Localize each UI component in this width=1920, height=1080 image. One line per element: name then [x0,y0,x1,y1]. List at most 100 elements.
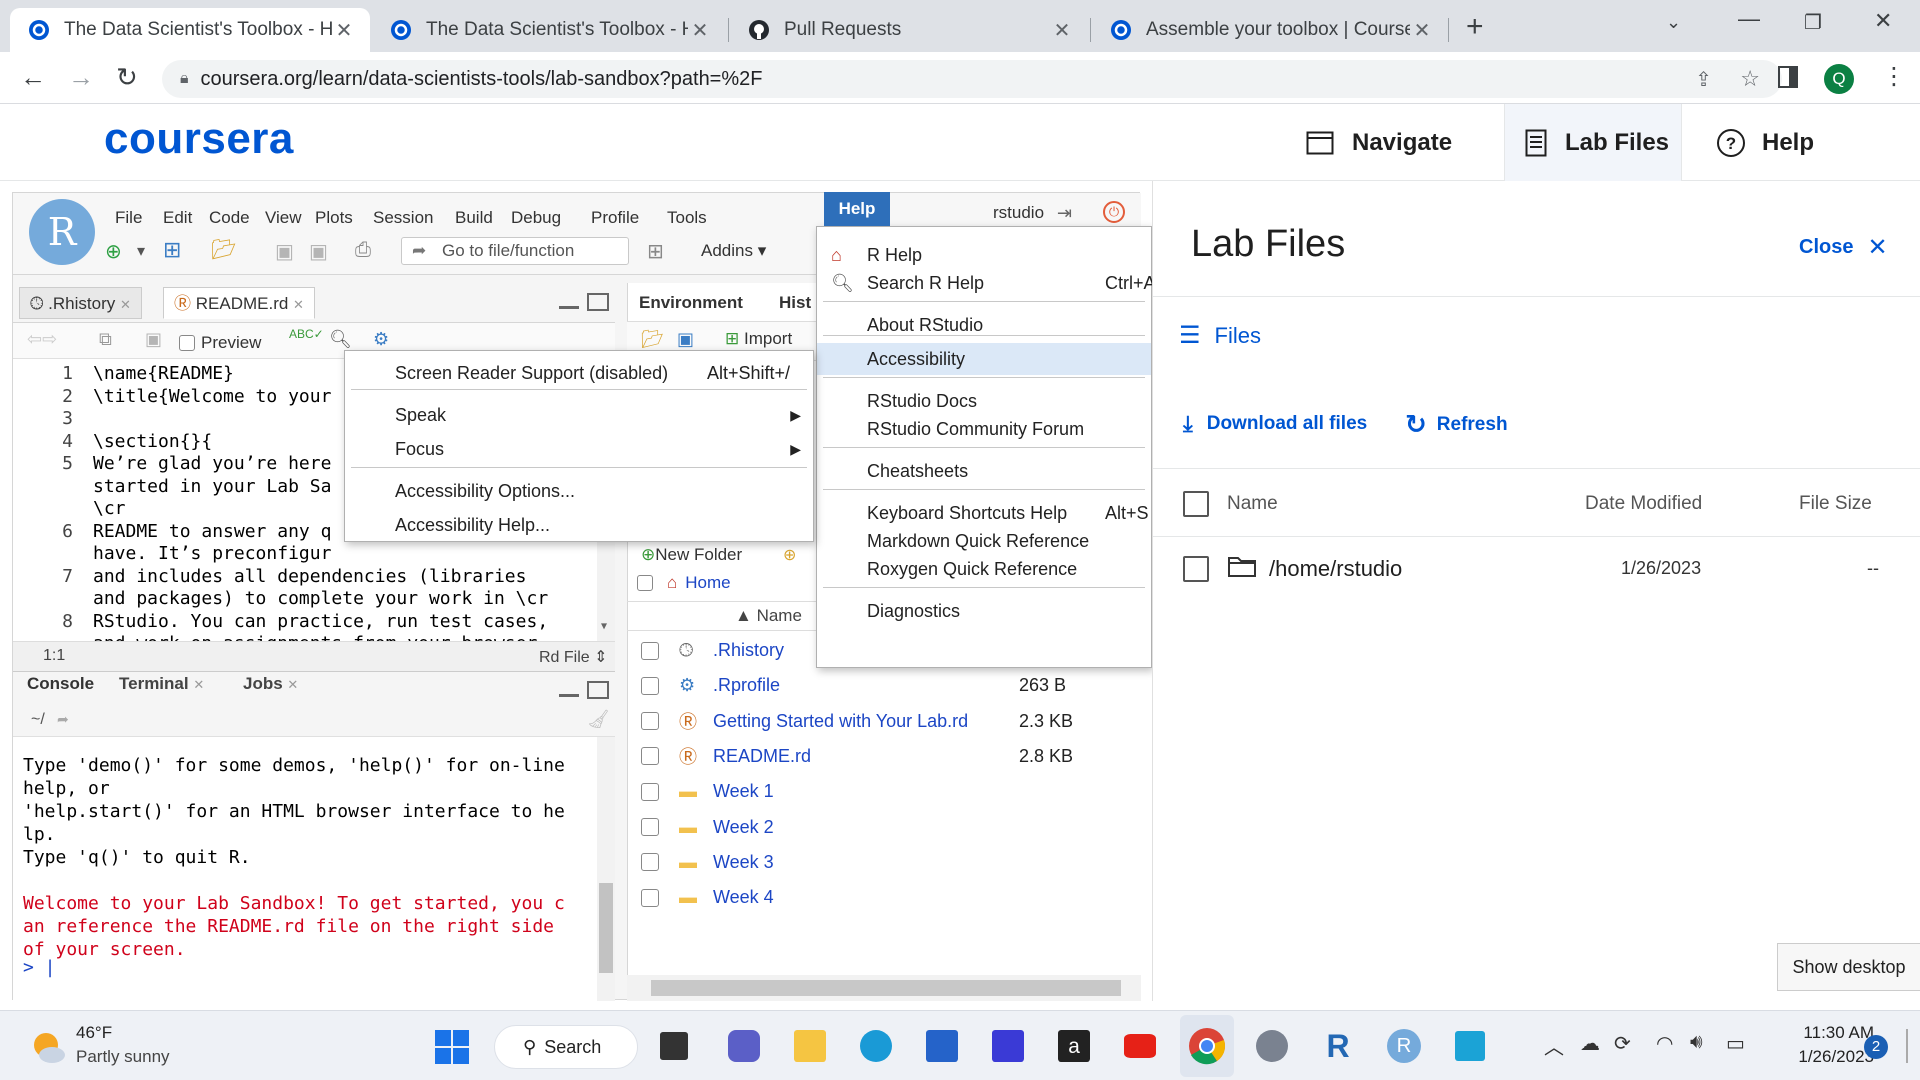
menu-code[interactable]: Code [199,201,260,235]
edge-icon[interactable] [860,1030,892,1062]
amazon-icon[interactable]: a [1058,1030,1090,1062]
col-file-size[interactable]: File Size [1799,493,1872,515]
close-tab-icon[interactable]: ✕ [1410,18,1434,43]
clock-time[interactable]: 11:30 AM [1774,1023,1874,1043]
chrome-icon[interactable] [1187,1026,1227,1066]
file-checkbox[interactable] [641,782,659,801]
youtube-icon[interactable] [1124,1034,1156,1058]
file-row[interactable]: Ⓡ Getting Started with Your Lab.rd 2.3 KB [641,704,1121,739]
wifi-icon[interactable]: ◠ [1656,1031,1673,1056]
menu-view[interactable]: View [255,201,312,235]
clear-console-icon[interactable]: 🧹︎ [587,709,610,730]
files-hscrollbar[interactable] [627,975,1141,1001]
file-row[interactable]: ▬ Week 1 [641,774,1121,809]
table-row[interactable]: /home/rstudio 1/26/2023 -- [1153,536,1920,600]
show-desktop-button[interactable] [1906,1029,1908,1063]
preview-checkbox[interactable]: Preview [179,333,261,353]
minimize-pane-icon[interactable] [559,687,579,697]
upload-icon[interactable]: ⊕ [783,545,796,565]
help-menu-item-diagnostics[interactable]: Diagnostics [817,595,1151,627]
menu-tools[interactable]: Tools [657,201,717,235]
browser-tab-4[interactable]: Assemble your toolbox | Courser ✕ [1092,8,1448,52]
file-checkbox[interactable] [641,676,659,695]
task-view-icon[interactable] [660,1032,688,1060]
file-explorer-icon[interactable] [794,1030,826,1062]
tab-history[interactable]: Hist [769,287,821,319]
chrome-menu-icon[interactable]: ⋮ [1882,62,1906,91]
tab-environment[interactable]: Environment [629,287,753,319]
editor-save-icon[interactable]: ▣ [145,329,162,350]
share-icon[interactable]: ⇪ [1695,67,1712,92]
notepad-icon[interactable] [1455,1031,1485,1061]
volume-icon[interactable]: 🔊︎ [1690,1031,1703,1054]
file-name[interactable]: README.rd [713,746,1019,767]
file-name[interactable]: .Rprofile [713,675,1019,696]
console-scrollbar[interactable] [597,737,615,1001]
minimize-icon[interactable]: — [1738,6,1760,32]
clock-date[interactable]: 1/26/2023 [1774,1047,1874,1067]
maximize-pane-icon[interactable] [587,293,609,311]
onedrive-icon[interactable]: ☁ [1580,1031,1600,1056]
teams-chat-icon[interactable] [728,1030,760,1062]
help-menu-item-about-rstudio[interactable]: About RStudio [817,309,1151,341]
spellcheck-icon[interactable]: ABC✓ [289,327,324,341]
close-tab-icon[interactable]: ✕ [688,18,712,43]
app-icon[interactable] [992,1030,1024,1062]
row-checkbox[interactable] [1183,556,1209,582]
refresh-button[interactable]: ↻ Refresh [1405,409,1508,440]
menu-file[interactable]: File [105,201,152,235]
sign-out-icon[interactable]: ⇥ [1057,203,1072,224]
help-menu-item-search-r-help[interactable]: 🔍︎ Search R Help Ctrl+A [817,267,1156,299]
power-icon[interactable]: ⏻ [1103,201,1125,223]
menu-profile[interactable]: Profile [581,201,649,235]
menu-build[interactable]: Build [445,201,503,235]
back-icon[interactable]: ← [20,62,46,93]
files-section-toggle[interactable]: ☰ Files [1179,321,1261,350]
save-workspace-icon[interactable]: ▣ [677,329,694,350]
store-icon[interactable] [926,1030,958,1062]
browser-tab-2[interactable]: The Data Scientist's Toolbox - Ho ✕ [372,8,726,52]
battery-icon[interactable]: ▭ [1726,1031,1745,1056]
menu-help-active[interactable]: Help [824,192,890,226]
file-checkbox[interactable] [641,818,659,836]
col-name[interactable]: Name [1227,493,1278,515]
open-file-icon[interactable]: 📂︎ [211,237,236,262]
maximize-pane-icon[interactable] [587,681,609,699]
minimize-pane-icon[interactable] [559,299,579,309]
breadcrumb-home[interactable]: ⌂ Home [637,573,731,593]
r-gui-icon[interactable]: R [1387,1029,1421,1063]
help-menu-item-roxygen-quick-reference[interactable]: Roxygen Quick Reference [817,553,1151,585]
file-name[interactable]: Week 2 [713,817,1019,838]
file-type-selector[interactable]: Rd File ⇕ [539,647,608,667]
close-button[interactable]: Close ✕ [1799,233,1888,262]
help-menu-item-rstudio-community-forum[interactable]: RStudio Community Forum [817,413,1151,445]
menu-session[interactable]: Session [363,201,443,235]
find-icon[interactable]: 🔍︎ [329,329,352,350]
lab-files-button[interactable]: Lab Files [1504,104,1682,181]
reload-icon[interactable]: ↻ [116,62,138,93]
go-to-dir-icon[interactable]: ➦ [57,711,69,728]
accessibility-menu-item-focus[interactable]: Focus ▶ [345,433,813,465]
save-all-icon[interactable]: ▣ [309,239,328,264]
tab-terminal[interactable]: Terminal ✕ [109,668,214,700]
settings-icon[interactable] [1256,1030,1288,1062]
file-checkbox[interactable] [641,853,659,872]
menu-edit[interactable]: Edit [153,201,202,235]
tab-rhistory[interactable]: 🕓︎ .Rhistory ✕ [19,287,142,319]
weather-desc[interactable]: Partly sunny [76,1047,170,1067]
side-panel-icon[interactable] [1778,66,1798,88]
name-column-header[interactable]: ▲ Name [735,606,802,626]
console-output[interactable]: Type 'demo()' for some demos, 'help()' f… [13,737,615,1001]
new-project-icon[interactable]: ⊞ [163,237,181,263]
help-menu-item-cheatsheets[interactable]: Cheatsheets [817,455,1151,487]
sync-icon[interactable]: ⟳ [1614,1031,1631,1056]
forward-icon[interactable]: → [68,62,94,93]
accessibility-menu-item-speak[interactable]: Speak ▶ [345,399,813,431]
menu-debug[interactable]: Debug [501,201,571,235]
address-bar[interactable]: 🔒︎ coursera.org/learn/data-scientists-to… [162,60,1782,98]
tab-jobs[interactable]: Jobs ✕ [233,668,308,700]
file-checkbox[interactable] [641,712,659,731]
tab-search-icon[interactable]: ⌄ [1666,12,1681,33]
file-name[interactable]: Week 3 [713,852,1019,873]
select-all-checkbox[interactable] [1183,491,1209,517]
